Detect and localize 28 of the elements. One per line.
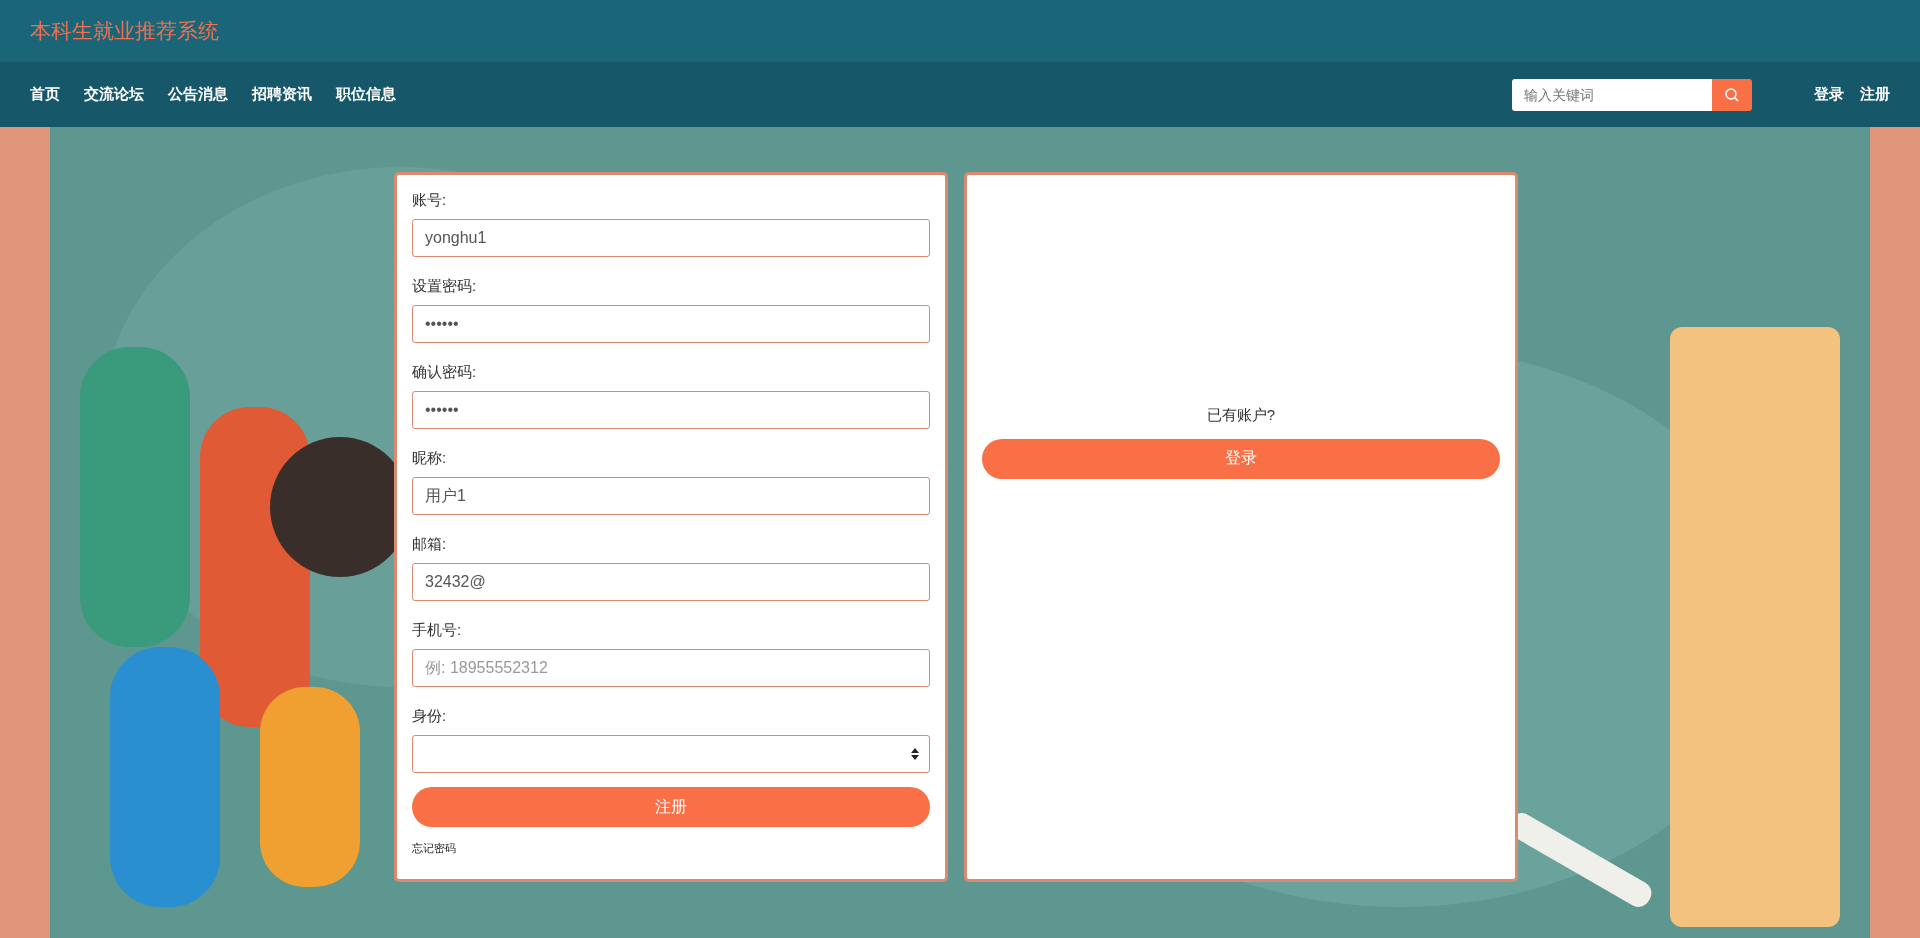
search-icon (1724, 86, 1740, 103)
field-label: 昵称: (412, 448, 447, 468)
nav-link[interactable]: 首页 (30, 85, 60, 104)
nav-link[interactable]: 公告消息 (168, 85, 228, 104)
input-field[interactable]: yonghu1 (412, 219, 930, 257)
field-label: 身份: (412, 706, 447, 726)
select-field[interactable] (412, 735, 930, 773)
forgot-password-link[interactable]: 忘记密码 (412, 841, 456, 856)
nav-link[interactable]: 交流论坛 (84, 85, 144, 104)
search-button[interactable] (1712, 78, 1752, 111)
field-label: 邮箱: (412, 534, 447, 554)
input-field[interactable]: 用户1 (412, 477, 930, 515)
input-field[interactable]: 例: 18955552312 (412, 649, 930, 687)
nav-link[interactable]: 招聘资讯 (252, 85, 312, 104)
header-link[interactable]: 登录 (1814, 85, 1844, 104)
sort-caret-icon (911, 748, 919, 760)
field-label: 确认密码: (412, 362, 477, 382)
site-title: 本科生就业推荐系统 (30, 18, 219, 44)
search-field[interactable]: 输入关键词 (1512, 78, 1712, 111)
field-label: 设置密码: (412, 276, 477, 296)
login-prompt: 已有账户? (1206, 405, 1276, 425)
input-field[interactable]: 32432@ (412, 563, 930, 601)
nav-link[interactable]: 职位信息 (336, 85, 396, 104)
input-field[interactable]: •••••• (412, 391, 930, 429)
field-label: 账号: (412, 190, 447, 210)
header-link[interactable]: 注册 (1860, 85, 1890, 104)
input-field[interactable]: •••••• (412, 305, 930, 343)
field-label: 手机号: (412, 620, 462, 640)
